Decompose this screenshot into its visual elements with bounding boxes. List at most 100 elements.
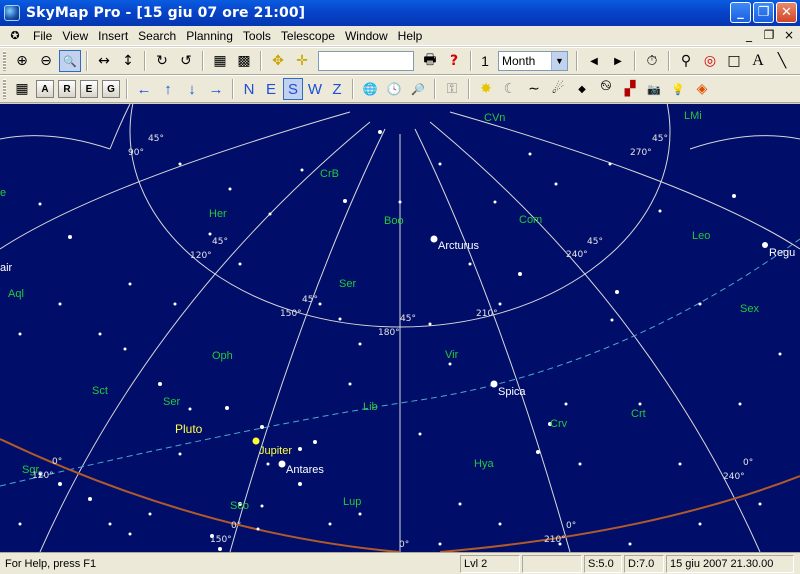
- target-icon[interactable]: ◎: [699, 50, 721, 72]
- status-help-text: For Help, press F1: [5, 557, 97, 570]
- menu-search[interactable]: Search: [133, 29, 181, 43]
- globe-icon[interactable]: 🌐: [359, 78, 381, 100]
- menu-help[interactable]: Help: [393, 29, 428, 43]
- pan-up-icon[interactable]: ↑: [157, 78, 179, 100]
- text-tool-icon[interactable]: A: [747, 50, 769, 72]
- star-label-spica[interactable]: Spica: [498, 386, 526, 398]
- grid-coordinate-label: 240°: [723, 472, 745, 482]
- camera-icon[interactable]: 📷: [643, 78, 665, 100]
- grid-on-icon[interactable]: ▦: [209, 50, 231, 72]
- constellation-label: Sct: [92, 385, 108, 397]
- zoom-box-icon[interactable]: 🔍: [59, 50, 81, 72]
- moon-icon[interactable]: ☾: [499, 78, 521, 100]
- grid-coordinate-label: 180°: [378, 328, 400, 338]
- clock-icon[interactable]: 🕓: [383, 78, 405, 100]
- view-south-button[interactable]: S: [283, 78, 303, 100]
- sky-map-canvas[interactable]: CVn LMi CrB Her Boo Com Leo air Aql Ser …: [0, 104, 800, 552]
- meridian-line: [429, 121, 761, 552]
- menu-file[interactable]: File: [28, 29, 57, 43]
- telescope-icon[interactable]: ⚲: [675, 50, 697, 72]
- pan-down-icon[interactable]: ↓: [181, 78, 203, 100]
- mdi-close-button[interactable]: ×: [782, 28, 796, 42]
- expand-vertical-icon[interactable]: ↕: [117, 50, 139, 72]
- zoom-out-icon[interactable]: ⊖: [35, 50, 57, 72]
- title-bar[interactable]: SkyMap Pro - [15 giu 07 ore 21:00] _ ❐ ✕: [0, 0, 800, 26]
- center-cross-icon[interactable]: ✛: [291, 50, 313, 72]
- minimize-button[interactable]: _: [730, 2, 751, 23]
- constellation-label: air: [0, 262, 13, 274]
- star-label-regulus[interactable]: Regu: [769, 247, 795, 259]
- altaz-button[interactable]: A: [36, 80, 54, 98]
- mdi-restore-button[interactable]: ❐: [762, 28, 776, 42]
- line-tool-icon[interactable]: ╲: [771, 50, 793, 72]
- asteroid-icon[interactable]: ◆: [571, 78, 593, 100]
- galactic-button[interactable]: G: [102, 80, 120, 98]
- toolbar-grip[interactable]: [3, 79, 6, 99]
- rotate-counterclockwise-icon[interactable]: ↺: [175, 50, 197, 72]
- document-icon[interactable]: ✪: [6, 29, 24, 43]
- center-object-icon[interactable]: ✥: [267, 50, 289, 72]
- comet-icon[interactable]: ∼: [523, 78, 545, 100]
- rotate-clockwise-icon[interactable]: ↻: [151, 50, 173, 72]
- menu-planning[interactable]: Planning: [181, 29, 238, 43]
- star-label-antares[interactable]: Antares: [286, 464, 324, 476]
- toolbar-separator: [232, 79, 234, 99]
- restore-button[interactable]: ❐: [753, 2, 774, 23]
- star-antares[interactable]: [278, 460, 286, 468]
- constellation-label: Boo: [384, 215, 404, 227]
- planet-jupiter[interactable]: [252, 437, 260, 445]
- pan-left-icon[interactable]: ←: [133, 78, 155, 100]
- planet-label-jupiter[interactable]: Jupiter: [259, 445, 292, 457]
- app-icon[interactable]: [4, 5, 20, 21]
- view-west-button[interactable]: W: [305, 78, 325, 100]
- star-arcturus[interactable]: [430, 235, 438, 243]
- menu-tools[interactable]: Tools: [238, 29, 276, 43]
- sun-icon[interactable]: ✸: [475, 78, 497, 100]
- radec-button[interactable]: R: [58, 80, 76, 98]
- status-blank: [522, 554, 582, 573]
- status-scale: S:5.0: [584, 554, 622, 573]
- view-zenith-button[interactable]: Z: [327, 78, 347, 100]
- menu-insert[interactable]: Insert: [93, 29, 133, 43]
- key-icon[interactable]: ⚿: [441, 78, 463, 100]
- grid-coordinate-label: 270°: [630, 148, 652, 158]
- menu-view[interactable]: View: [57, 29, 93, 43]
- constellation-label: CrB: [320, 168, 339, 180]
- grid-off-icon[interactable]: ▩: [233, 50, 255, 72]
- star-cluster-icon[interactable]: ▞: [619, 78, 641, 100]
- star-label-arcturus[interactable]: Arcturus: [438, 240, 479, 252]
- object-search-input[interactable]: [318, 51, 414, 71]
- pan-right-icon[interactable]: →: [205, 78, 227, 100]
- find-icon[interactable]: 🔎: [407, 78, 429, 100]
- lightbulb-icon[interactable]: 💡: [667, 78, 689, 100]
- context-help-icon[interactable]: ?: [443, 50, 465, 72]
- toolbar-grip[interactable]: [3, 51, 6, 71]
- rectangle-tool-icon[interactable]: □: [723, 50, 745, 72]
- ecliptic-button[interactable]: E: [80, 80, 98, 98]
- expand-horizontal-icon[interactable]: ↔: [93, 50, 115, 72]
- grid-icon[interactable]: ▦: [11, 78, 33, 100]
- dropdown-arrow-icon[interactable]: ▼: [551, 52, 567, 70]
- color-palette-icon[interactable]: ◈: [691, 78, 713, 100]
- horizon-line-left: [0, 438, 401, 552]
- stopwatch-icon[interactable]: ⏱: [641, 50, 663, 72]
- menu-bar: ✪ File View Insert Search Planning Tools…: [0, 26, 800, 46]
- print-icon[interactable]: 🖶: [419, 50, 441, 72]
- view-north-button[interactable]: N: [239, 78, 259, 100]
- star-spica[interactable]: [490, 380, 498, 388]
- close-button[interactable]: ✕: [776, 2, 797, 23]
- galaxy-icon[interactable]: ࿊: [595, 78, 617, 100]
- star-regulus[interactable]: [762, 242, 768, 248]
- zoom-in-icon[interactable]: ⊕: [11, 50, 33, 72]
- time-step-unit-select[interactable]: Month ▼: [498, 51, 568, 71]
- menu-window[interactable]: Window: [340, 29, 393, 43]
- mdi-minimize-button[interactable]: _: [742, 28, 756, 42]
- time-step-value[interactable]: 1: [476, 53, 494, 69]
- meteor-icon[interactable]: ☄: [547, 78, 569, 100]
- menu-telescope[interactable]: Telescope: [276, 29, 340, 43]
- grid-coordinate-label: 90°: [128, 148, 144, 158]
- grid-coordinate-label: 210°: [476, 309, 498, 319]
- view-east-button[interactable]: E: [261, 78, 281, 100]
- sky-map-drawing: [0, 104, 800, 552]
- planet-label-pluto[interactable]: Pluto: [175, 422, 202, 436]
